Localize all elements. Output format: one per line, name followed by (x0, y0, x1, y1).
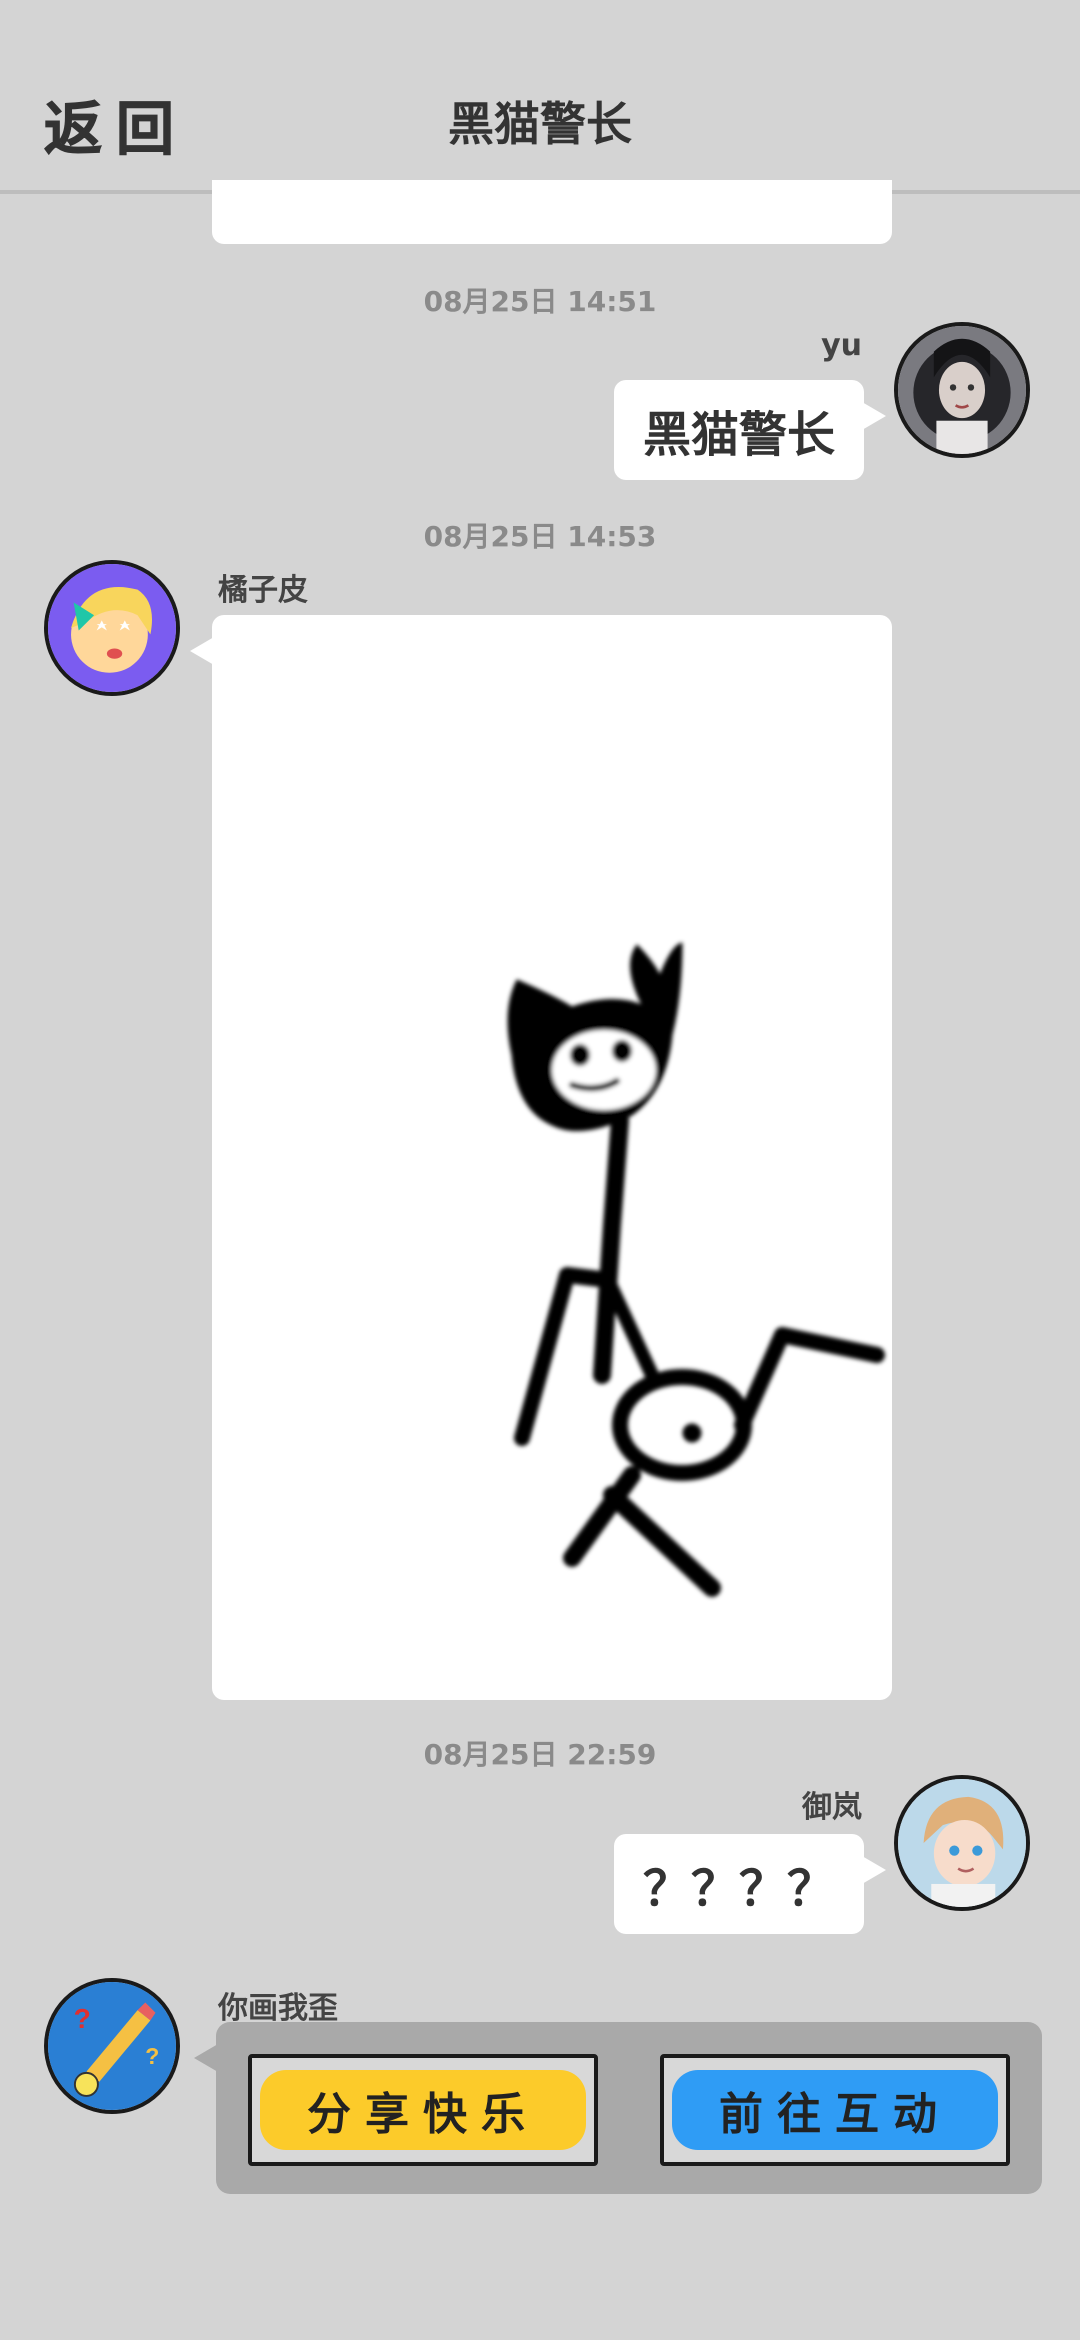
stick-figure-black-cat-drawing (507, 942, 885, 1597)
message-text: 黑猫警长 (642, 407, 835, 463)
message-bubble[interactable]: ？？？？ (614, 1834, 886, 1934)
message-timestamp: 08月25日 22:59 (423, 1738, 657, 1771)
sender-name: 你画我歪 (218, 1991, 338, 2026)
message-timestamp: 08月25日 14:51 (423, 285, 657, 318)
pencil-app-avatar-icon[interactable]: ? ? (44, 1978, 180, 2114)
game-invite-card: 分享快乐 前往互动 (194, 2022, 1042, 2194)
interact-button-label: 前往互动 (719, 2089, 951, 2140)
drawing-message-bubble[interactable] (190, 615, 892, 1700)
message-bubble[interactable]: 黑猫警长 (614, 380, 886, 480)
sender-name: yu (821, 328, 862, 363)
top-bar: 返回 黑猫警长 (0, 0, 1080, 194)
girl-portrait-avatar-icon[interactable] (894, 322, 1030, 458)
card-tail (194, 2044, 218, 2072)
bubble-tail (862, 1856, 886, 1884)
sender-name: 橘子皮 (218, 573, 308, 608)
cartoon-girl-avatar-icon[interactable] (44, 560, 180, 696)
go-interact-button[interactable]: 前往互动 (660, 2054, 1010, 2166)
bubble-tail (190, 637, 214, 665)
previous-message-bubble[interactable] (212, 180, 892, 244)
svg-text:?: ? (74, 2003, 91, 2034)
chat-screen: 返回 黑猫警长 08月25日 14:51 yu 黑猫警长 08月25日 14:5… (0, 0, 1080, 2340)
sender-name: 御岚 (802, 1790, 862, 1825)
message-text: ？？？？ (642, 1861, 835, 1917)
anime-boy-avatar-icon[interactable] (894, 1775, 1030, 1911)
share-button-label: 分享快乐 (307, 2089, 539, 2140)
share-happiness-button[interactable]: 分享快乐 (248, 2054, 598, 2166)
svg-text:?: ? (145, 2043, 159, 2069)
page-title: 黑猫警长 (448, 97, 632, 151)
message-timestamp: 08月25日 14:53 (423, 520, 657, 553)
bubble-tail (862, 402, 886, 430)
